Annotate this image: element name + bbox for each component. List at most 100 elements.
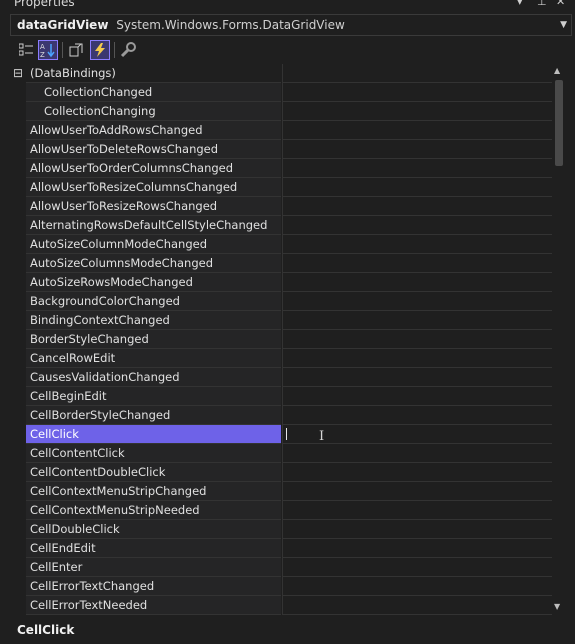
- event-name[interactable]: BorderStyleChanged: [26, 330, 281, 349]
- event-handler-field[interactable]: [282, 539, 552, 558]
- event-row[interactable]: AllowUserToResizeColumnsChanged: [10, 178, 552, 197]
- object-selector[interactable]: dataGridView System.Windows.Forms.DataGr…: [10, 14, 572, 36]
- event-handler-field[interactable]: [282, 406, 552, 425]
- event-handler-field[interactable]: [282, 292, 552, 311]
- event-name[interactable]: AllowUserToOrderColumnsChanged: [26, 159, 281, 178]
- event-handler-field[interactable]: [282, 349, 552, 368]
- event-handler-field[interactable]: [282, 83, 552, 102]
- event-name[interactable]: CellEndEdit: [26, 539, 281, 558]
- scrollbar-thumb[interactable]: [555, 80, 563, 166]
- event-handler-field[interactable]: [282, 102, 552, 121]
- event-row[interactable]: CellErrorTextNeeded: [10, 596, 552, 615]
- alphabetical-button[interactable]: A Z: [38, 40, 58, 60]
- event-name[interactable]: BackgroundColorChanged: [26, 292, 281, 311]
- scroll-up-icon[interactable]: ▲: [554, 66, 560, 75]
- event-row[interactable]: AllowUserToOrderColumnsChanged: [10, 159, 552, 178]
- chevron-down-icon[interactable]: ▼: [560, 15, 567, 35]
- properties-button[interactable]: [66, 40, 86, 60]
- event-handler-field[interactable]: [282, 197, 552, 216]
- event-name[interactable]: CellBeginEdit: [26, 387, 281, 406]
- event-row[interactable]: BackgroundColorChanged: [10, 292, 552, 311]
- event-handler-field[interactable]: [282, 273, 552, 292]
- category-row[interactable]: ⊟ (DataBindings): [10, 64, 552, 83]
- event-row[interactable]: BindingContextChanged: [10, 311, 552, 330]
- event-name[interactable]: CellClick: [26, 425, 281, 444]
- event-name[interactable]: CollectionChanging: [26, 102, 281, 121]
- event-row[interactable]: CellEnter: [10, 558, 552, 577]
- property-pages-button[interactable]: [118, 40, 138, 60]
- event-handler-field[interactable]: [282, 254, 552, 273]
- event-row[interactable]: AllowUserToAddRowsChanged: [10, 121, 552, 140]
- event-name[interactable]: CellErrorTextNeeded: [26, 596, 281, 615]
- event-name[interactable]: CellContentDoubleClick: [26, 463, 281, 482]
- event-row[interactable]: CellBeginEdit: [10, 387, 552, 406]
- event-handler-field[interactable]: [282, 444, 552, 463]
- event-row[interactable]: AutoSizeColumnModeChanged: [10, 235, 552, 254]
- event-row[interactable]: AutoSizeRowsModeChanged: [10, 273, 552, 292]
- event-name[interactable]: CollectionChanged: [26, 83, 281, 102]
- event-name[interactable]: AutoSizeRowsModeChanged: [26, 273, 281, 292]
- event-name[interactable]: CausesValidationChanged: [26, 368, 281, 387]
- event-row[interactable]: CellEndEdit: [10, 539, 552, 558]
- vertical-scrollbar[interactable]: ▲ ▼: [552, 64, 566, 616]
- event-name[interactable]: AlternatingRowsDefaultCellStyleChanged: [26, 216, 281, 235]
- close-icon[interactable]: ✕: [556, 0, 565, 8]
- event-handler-field[interactable]: [282, 387, 552, 406]
- event-name[interactable]: AllowUserToDeleteRowsChanged: [26, 140, 281, 159]
- event-name[interactable]: AllowUserToAddRowsChanged: [26, 121, 281, 140]
- categorized-button[interactable]: [16, 40, 36, 60]
- event-row[interactable]: CancelRowEdit: [10, 349, 552, 368]
- event-handler-field[interactable]: [282, 330, 552, 349]
- event-row[interactable]: CellClick I: [10, 425, 552, 444]
- event-handler-field[interactable]: [282, 501, 552, 520]
- event-handler-field[interactable]: [282, 482, 552, 501]
- dropdown-arrow-icon[interactable]: ▾: [517, 0, 523, 8]
- event-handler-field[interactable]: [282, 64, 552, 83]
- event-name[interactable]: AllowUserToResizeColumnsChanged: [26, 178, 281, 197]
- event-handler-field[interactable]: [282, 216, 552, 235]
- event-name[interactable]: CellBorderStyleChanged: [26, 406, 281, 425]
- event-name[interactable]: CellEnter: [26, 558, 281, 577]
- event-name[interactable]: CellContextMenuStripNeeded: [26, 501, 281, 520]
- event-row[interactable]: CellDoubleClick: [10, 520, 552, 539]
- event-name[interactable]: CancelRowEdit: [26, 349, 281, 368]
- event-row[interactable]: CellBorderStyleChanged: [10, 406, 552, 425]
- event-handler-field[interactable]: [282, 520, 552, 539]
- event-handler-field[interactable]: [282, 577, 552, 596]
- event-name[interactable]: (DataBindings): [26, 64, 281, 83]
- event-row[interactable]: CellContentDoubleClick: [10, 463, 552, 482]
- event-handler-field[interactable]: [282, 159, 552, 178]
- event-handler-field[interactable]: [282, 368, 552, 387]
- event-row[interactable]: CollectionChanging: [10, 102, 552, 121]
- event-handler-field[interactable]: [282, 178, 552, 197]
- event-row[interactable]: CellContentClick: [10, 444, 552, 463]
- event-handler-field[interactable]: [282, 596, 552, 615]
- event-handler-field[interactable]: [282, 140, 552, 159]
- event-row[interactable]: CellContextMenuStripNeeded: [10, 501, 552, 520]
- event-name[interactable]: CellContextMenuStripChanged: [26, 482, 281, 501]
- event-row[interactable]: AllowUserToResizeRowsChanged: [10, 197, 552, 216]
- scroll-down-icon[interactable]: ▼: [554, 602, 560, 611]
- event-handler-field[interactable]: [282, 121, 552, 140]
- event-row[interactable]: CausesValidationChanged: [10, 368, 552, 387]
- event-name[interactable]: AutoSizeColumnModeChanged: [26, 235, 281, 254]
- event-handler-field[interactable]: [282, 463, 552, 482]
- event-row[interactable]: CollectionChanged: [10, 83, 552, 102]
- event-name[interactable]: BindingContextChanged: [26, 311, 281, 330]
- event-row[interactable]: CellContextMenuStripChanged: [10, 482, 552, 501]
- event-handler-field[interactable]: I: [282, 425, 552, 444]
- pin-icon[interactable]: ⊥: [537, 0, 547, 8]
- event-row[interactable]: CellErrorTextChanged: [10, 577, 552, 596]
- event-name[interactable]: CellErrorTextChanged: [26, 577, 281, 596]
- event-row[interactable]: AllowUserToDeleteRowsChanged: [10, 140, 552, 159]
- event-name[interactable]: AllowUserToResizeRowsChanged: [26, 197, 281, 216]
- collapse-icon[interactable]: ⊟: [10, 64, 26, 83]
- events-button[interactable]: [90, 40, 110, 60]
- event-row[interactable]: AutoSizeColumnsModeChanged: [10, 254, 552, 273]
- event-row[interactable]: BorderStyleChanged: [10, 330, 552, 349]
- event-name[interactable]: CellContentClick: [26, 444, 281, 463]
- event-handler-field[interactable]: [282, 311, 552, 330]
- event-name[interactable]: CellDoubleClick: [26, 520, 281, 539]
- event-handler-field[interactable]: [282, 235, 552, 254]
- event-name[interactable]: AutoSizeColumnsModeChanged: [26, 254, 281, 273]
